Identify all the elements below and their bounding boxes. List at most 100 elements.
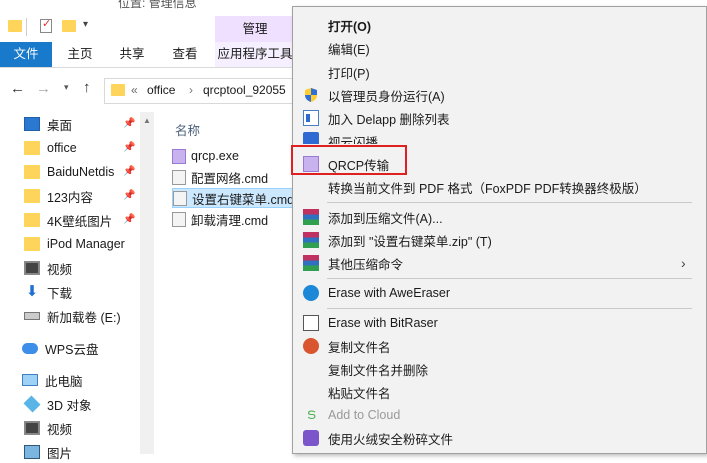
menu-item-print[interactable]: 打印(P) — [293, 61, 706, 83]
nav-item-office[interactable]: office — [24, 137, 77, 159]
menu-item-copy-filename-delete[interactable]: 复制文件名并删除 — [293, 358, 706, 380]
computer-icon — [22, 374, 38, 386]
nav-scrollbar[interactable]: ▲ — [140, 112, 154, 454]
menu-separator — [327, 278, 692, 279]
menu-item-shred[interactable]: 使用火绒安全粉碎文件 — [293, 427, 706, 449]
tab-application-tools[interactable]: 应用程序工具 — [215, 42, 295, 67]
pin-icon[interactable]: 📌 — [123, 190, 135, 201]
nav-item-desktop[interactable]: 桌面 — [24, 113, 72, 135]
pin-icon[interactable]: 📌 — [123, 142, 135, 153]
properties-icon[interactable]: ✓ — [40, 18, 52, 33]
highlight-box — [291, 145, 407, 175]
nav-item-videos-2[interactable]: 视频 — [24, 417, 72, 439]
menu-item-delapp[interactable]: 加入 Delapp 删除列表 — [293, 107, 706, 129]
location-text: 位置: 管理信息 — [118, 0, 197, 10]
menu-item-aweeraser[interactable]: Erase with AweEraser — [293, 282, 706, 304]
menu-label: 粘贴文件名 — [328, 386, 391, 401]
folder-icon — [111, 84, 125, 96]
forward-arrow-icon[interactable]: → — [36, 80, 51, 97]
menu-label: Erase with AweEraser — [328, 286, 451, 300]
nav-label: 图片 — [47, 446, 73, 461]
menu-separator — [327, 308, 692, 309]
delapp-icon — [303, 110, 319, 126]
menu-item-edit[interactable]: 编辑(E) — [293, 37, 706, 59]
winrar-icon — [303, 255, 319, 271]
nav-label: 123内容 — [47, 190, 93, 205]
breadcrumb-overflow[interactable]: « — [131, 83, 138, 97]
menu-item-video-player[interactable]: 视云闪播 — [293, 130, 706, 144]
nav-item-baidunetdisk[interactable]: BaiduNetdis — [24, 161, 114, 183]
menu-item-add-to-cloud: ട Add to Cloud — [293, 404, 706, 426]
menu-item-run-as-admin[interactable]: 以管理员身份运行(A) — [293, 84, 706, 106]
menu-label: 其他压缩命令 — [328, 257, 404, 272]
menu-label: 以管理员身份运行(A) — [328, 89, 445, 104]
nav-item-videos[interactable]: 视频 — [24, 257, 72, 279]
menu-item-other-compress[interactable]: 其他压缩命令 › — [293, 252, 706, 274]
menu-item-bitraser[interactable]: Erase with BitRaser — [293, 312, 706, 334]
manage-context-tab[interactable]: 管理 — [215, 16, 295, 42]
qrcp-icon — [172, 148, 186, 164]
tab-share[interactable]: 共享 — [110, 42, 154, 67]
folder-icon[interactable] — [8, 20, 22, 32]
shredder-icon — [303, 430, 319, 446]
video-icon — [24, 421, 40, 435]
back-arrow-icon[interactable]: ← — [10, 80, 25, 97]
nav-label: office — [47, 141, 77, 155]
nav-label: 视频 — [47, 422, 73, 437]
drive-icon — [24, 312, 40, 320]
desktop-icon — [24, 117, 40, 131]
pin-icon[interactable]: 📌 — [123, 118, 135, 129]
tab-home[interactable]: 主页 — [58, 42, 102, 67]
menu-label: 加入 Delapp 删除列表 — [328, 112, 450, 127]
nav-item-123[interactable]: 123内容 — [24, 185, 93, 207]
3d-objects-icon — [23, 395, 41, 413]
file-row-set-context-menu[interactable]: 设置右键菜单.cmd — [172, 188, 297, 208]
nav-item-drive-e[interactable]: 新加载卷 (E:) — [24, 305, 121, 327]
nav-label: 4K壁纸图片 — [47, 214, 113, 229]
nav-label: 3D 对象 — [47, 398, 92, 413]
nav-item-4k-wallpapers[interactable]: 4K壁纸图片 — [24, 209, 112, 231]
menu-label: 复制文件名并删除 — [328, 363, 429, 378]
address-bar[interactable]: « office › qrcptool_92055 — [104, 78, 301, 104]
menu-item-add-to-archive[interactable]: 添加到压缩文件(A)... — [293, 206, 706, 228]
menu-label: 添加到 "设置右键菜单.zip" (T) — [328, 234, 492, 249]
file-name: 配置网络.cmd — [191, 171, 269, 186]
tab-file[interactable]: 文件 — [0, 42, 52, 67]
nav-item-this-pc[interactable]: 此电脑 — [22, 369, 83, 391]
file-row-uninstall-cleanup[interactable]: 卸载清理.cmd — [172, 209, 297, 229]
nav-item-wps-cloud[interactable]: WPS云盘 — [22, 337, 98, 359]
script-file-icon — [172, 211, 186, 227]
menu-item-open[interactable]: 打开(O) — [293, 14, 706, 36]
breadcrumb-qrcptool[interactable]: qrcptool_92055 — [203, 83, 298, 97]
nav-item-pictures[interactable]: 图片 — [24, 441, 72, 463]
column-header-name[interactable]: 名称 — [175, 120, 200, 139]
file-row-config-network[interactable]: 配置网络.cmd — [172, 167, 297, 187]
new-folder-icon[interactable] — [62, 20, 76, 32]
menu-label: Add to Cloud — [328, 408, 401, 422]
nav-item-downloads[interactable]: ⬇ 下载 — [24, 281, 72, 303]
nav-label: 此电脑 — [45, 374, 83, 389]
menu-item-paste-filename[interactable]: 粘贴文件名 — [293, 381, 706, 403]
recent-locations-icon[interactable]: ▾ — [64, 82, 69, 93]
aweeraser-icon — [303, 285, 319, 301]
bitraser-icon — [303, 315, 319, 331]
shield-icon — [303, 87, 319, 103]
menu-item-convert-pdf[interactable]: 转换当前文件到 PDF 格式（FoxPDF PDF转换器终极版） — [293, 176, 706, 198]
file-row-qrcp-exe[interactable]: qrcp.exe — [172, 146, 297, 166]
folder-icon — [24, 189, 40, 203]
player-icon — [303, 132, 319, 144]
nav-item-ipod-manager[interactable]: iPod Manager — [24, 233, 125, 255]
pin-icon[interactable]: 📌 — [123, 214, 135, 225]
pin-icon[interactable]: 📌 — [123, 166, 135, 177]
customize-toolbar-icon[interactable]: ▾ — [83, 19, 88, 30]
nav-label: 视频 — [47, 262, 73, 277]
winrar-icon — [303, 209, 319, 225]
scroll-up-arrow-icon[interactable]: ▲ — [143, 116, 151, 125]
nav-label: WPS云盘 — [45, 342, 99, 357]
nav-item-3d-objects[interactable]: 3D 对象 — [23, 393, 92, 415]
menu-item-copy-filename[interactable]: 复制文件名 — [293, 335, 706, 357]
tab-view[interactable]: 查看 — [163, 42, 207, 67]
menu-item-add-to-zip[interactable]: 添加到 "设置右键菜单.zip" (T) — [293, 229, 706, 251]
breadcrumb-office[interactable]: office — [147, 83, 175, 97]
up-arrow-icon[interactable]: ↑ — [83, 79, 91, 96]
